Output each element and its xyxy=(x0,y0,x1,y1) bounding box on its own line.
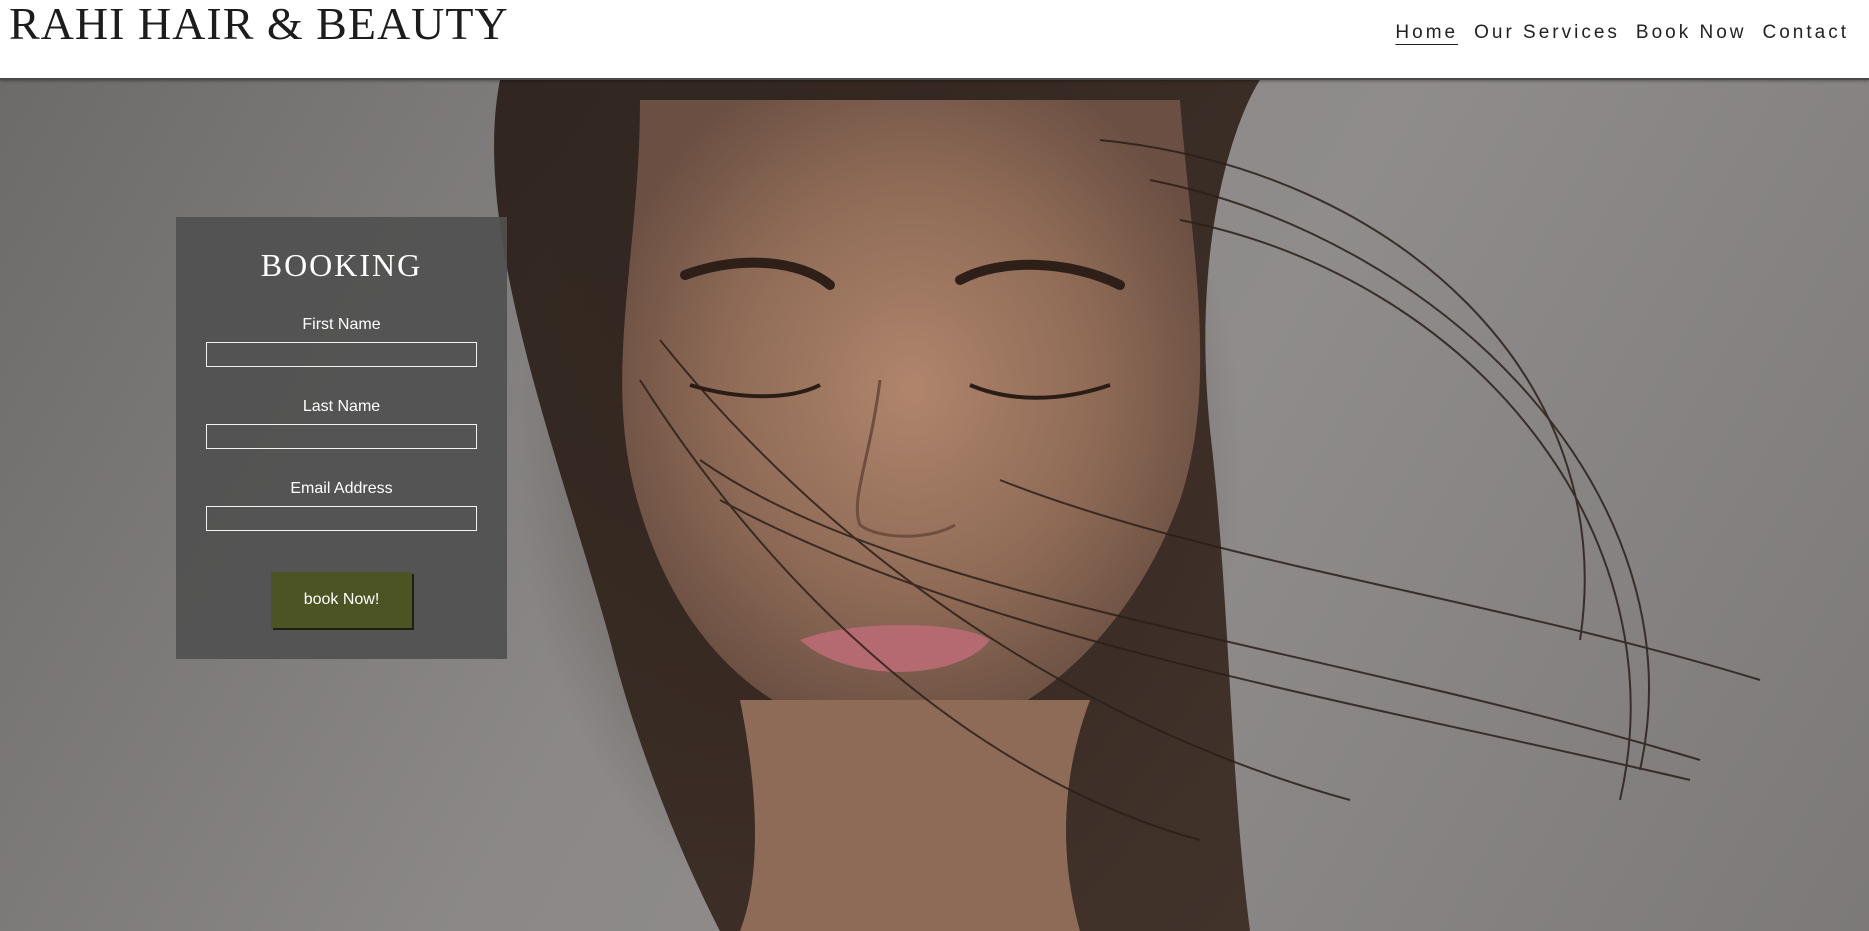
main-nav: Home Our Services Book Now Contact xyxy=(1387,20,1857,46)
book-now-button[interactable]: book Now! xyxy=(271,572,412,628)
email-input[interactable] xyxy=(206,506,477,531)
booking-title: BOOKING xyxy=(260,247,423,283)
last-name-label: Last Name xyxy=(302,398,381,415)
nav-our-services[interactable]: Our Services xyxy=(1466,20,1628,46)
nav-home[interactable]: Home xyxy=(1387,20,1466,46)
site-header: RAHI HAIR & BEAUTY Home Our Services Boo… xyxy=(0,0,1869,80)
first-name-label: First Name xyxy=(302,316,381,333)
nav-book-now[interactable]: Book Now xyxy=(1628,20,1755,46)
nav-contact[interactable]: Contact xyxy=(1755,20,1857,46)
site-logo[interactable]: RAHI HAIR & BEAUTY xyxy=(9,0,509,48)
last-name-input[interactable] xyxy=(206,424,477,449)
first-name-input[interactable] xyxy=(206,342,477,367)
email-label: Email Address xyxy=(290,480,393,497)
hero-image: BOOKING First Name Last Name Email Addre… xyxy=(0,80,1869,931)
booking-form: BOOKING First Name Last Name Email Addre… xyxy=(176,217,507,659)
